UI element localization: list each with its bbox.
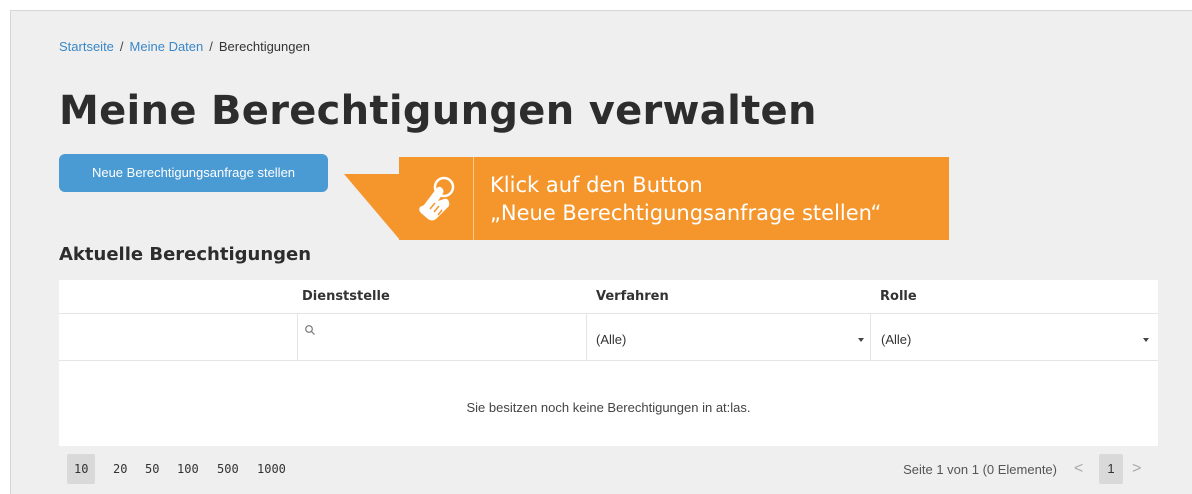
table-header: Dienststelle Verfahren Rolle [59, 280, 1158, 314]
breadcrumb-separator: / [209, 39, 213, 54]
next-page-button[interactable]: > [1132, 460, 1141, 478]
callout-pointer [344, 174, 400, 240]
page-size-20[interactable]: 20 [106, 454, 134, 484]
dienststelle-search-input[interactable] [297, 314, 586, 360]
chevron-down-icon [858, 338, 864, 342]
breadcrumb-current: Berechtigungen [218, 39, 310, 54]
page-size-1000[interactable]: 1000 [250, 454, 293, 484]
column-header-verfahren[interactable]: Verfahren [596, 289, 669, 304]
verfahren-select-value: (Alle) [596, 332, 627, 347]
prev-page-button[interactable]: < [1074, 460, 1083, 478]
breadcrumb-separator: / [119, 39, 124, 54]
page-1-button[interactable]: 1 [1099, 454, 1123, 484]
section-title: Aktuelle Berechtigungen [59, 244, 312, 265]
chevron-down-icon [1143, 338, 1149, 342]
column-header-rolle[interactable]: Rolle [880, 289, 917, 304]
filter-row: (Alle) (Alle) [59, 314, 1158, 361]
new-permission-request-button[interactable]: Neue Berechtigungsanfrage stellen [59, 154, 328, 192]
page-title: Meine Berechtigungen verwalten [59, 88, 817, 134]
pager: 10 20 50 100 500 1000 Seite 1 von 1 (0 E… [59, 448, 1158, 488]
breadcrumb: Startseite / Meine Daten / Berechtigungen [59, 39, 310, 54]
rolle-select-value: (Alle) [881, 332, 912, 347]
empty-message: Sie besitzen noch keine Berechtigungen i… [466, 400, 751, 415]
page-size-500[interactable]: 500 [210, 454, 246, 484]
callout-line-2: „Neue Berechtigungsanfrage stellen“ [490, 201, 882, 225]
search-icon [305, 325, 315, 335]
breadcrumb-startseite[interactable]: Startseite [59, 39, 114, 54]
empty-row: Sie besitzen noch keine Berechtigungen i… [59, 361, 1158, 446]
permissions-table: Dienststelle Verfahren Rolle (Alle) (All… [59, 280, 1158, 446]
breadcrumb-meine-daten[interactable]: Meine Daten [130, 39, 204, 54]
column-header-dienststelle[interactable]: Dienststelle [302, 289, 390, 304]
page-size-10[interactable]: 10 [67, 454, 96, 484]
callout-text: Klick auf den Button „Neue Berechtigungs… [490, 171, 881, 227]
page-info: Seite 1 von 1 (0 Elemente) [903, 462, 1057, 477]
page-size-100[interactable]: 100 [170, 454, 206, 484]
callout-line-1: Klick auf den Button [490, 173, 703, 197]
instruction-callout: Klick auf den Button „Neue Berechtigungs… [399, 157, 949, 240]
page-size-50[interactable]: 50 [138, 454, 166, 484]
hand-pointer-icon [399, 157, 474, 240]
verfahren-select[interactable]: (Alle) [586, 314, 870, 360]
rolle-select[interactable]: (Alle) [870, 314, 1158, 360]
